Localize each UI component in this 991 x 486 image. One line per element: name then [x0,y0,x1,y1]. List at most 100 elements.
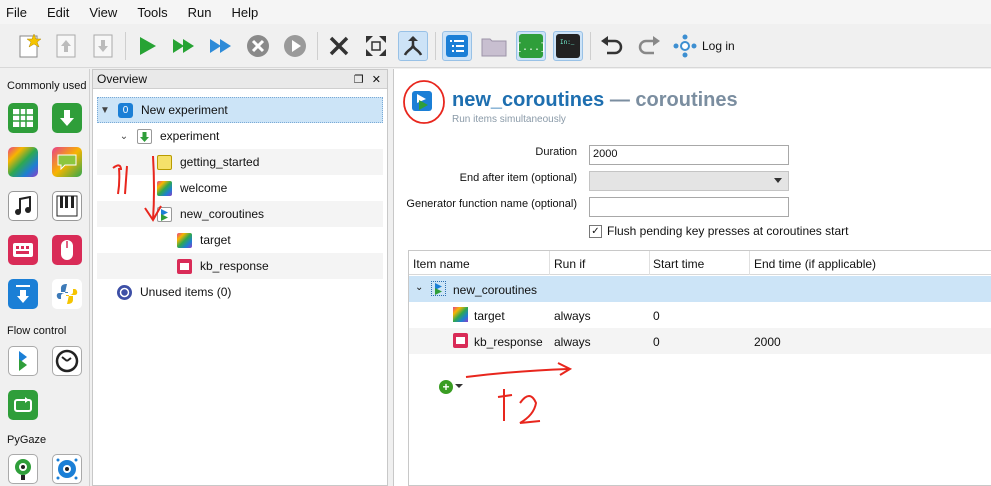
new-icon[interactable] [14,31,44,61]
coroutines-icon[interactable] [412,91,432,111]
flush-keypress-label: Flush pending key presses at coroutines … [607,224,849,238]
undo-icon[interactable] [597,31,627,61]
column-header[interactable]: End time (if applicable) [754,257,876,271]
pygaze-drift-correct-icon[interactable] [52,454,82,484]
tree-item-label: target [200,233,231,247]
sequence-icon [137,128,152,144]
loop-table-icon[interactable] [8,103,38,133]
chevron-down-icon[interactable]: ⌄ [117,131,131,142]
repeat-cycle-icon[interactable] [8,390,38,420]
table-row[interactable]: kb_response always 0 2000 [409,328,991,354]
column-divider[interactable] [749,251,750,275]
save-icon[interactable] [88,31,118,61]
pygaze-init-icon[interactable] [8,454,38,484]
table-cell-end[interactable]: 2000 [754,335,781,349]
fullscreen-icon[interactable] [361,31,391,61]
duration-field[interactable]: 2000 [589,145,789,165]
add-item-caret-icon[interactable] [455,384,463,388]
tree-item[interactable]: target [97,227,383,253]
keyboard-response-icon [453,333,468,348]
tree-item[interactable]: new_coroutines [97,201,383,227]
variables-icon[interactable]: [...] [516,30,546,61]
table-header: Item name Run if Start time End time (if… [409,251,991,275]
item-title[interactable]: new_coroutines — coroutines [452,89,738,112]
undock-icon[interactable]: ❐ [354,73,364,86]
table-cell-run-if[interactable]: always [554,335,591,349]
checkbox-checked-icon[interactable]: ✓ [589,224,602,238]
table-cell-start[interactable]: 0 [653,309,660,323]
abort-icon[interactable] [243,31,273,61]
overview-title: Overview [97,72,148,86]
mouse-response-icon[interactable] [52,235,82,265]
run-fast-icon[interactable] [169,31,199,61]
tree-item[interactable]: getting_started [97,149,383,175]
category-pygaze: PyGaze [7,434,47,446]
overview-header: Overview ❐ ✕ [93,70,387,89]
end-after-label: End after item (optional) [459,172,577,184]
file-pool-icon[interactable] [479,31,509,61]
coroutines-icon[interactable] [8,346,38,376]
advanced-delay-icon[interactable] [52,346,82,376]
open-icon[interactable] [51,31,81,61]
tree-item-label: new_coroutines [180,207,265,221]
toolbar-separator [125,31,126,60]
sequence-icon[interactable] [52,103,82,133]
tree-item[interactable]: ▼ 0 New experiment [97,97,383,123]
coroutines-table: Item name Run if Start time End time (if… [408,250,991,486]
table-row[interactable]: target always 0 [409,302,991,328]
table-cell-start[interactable]: 0 [653,335,660,349]
tree-item[interactable]: ⌄ experiment [97,123,383,149]
chevron-down-icon [774,178,782,183]
coroutines-icon [431,281,446,296]
tree-item[interactable]: Unused items (0) [97,279,383,305]
login-label: Log in [702,38,735,53]
chevron-down-icon[interactable]: ▼ [98,105,112,116]
table-cell-name[interactable]: kb_response [474,335,543,349]
overview-icon[interactable] [442,30,472,61]
table-row[interactable]: ⌄ new_coroutines [409,276,991,302]
pause-icon[interactable] [280,31,310,61]
inline-script-icon[interactable] [52,279,82,309]
generator-field[interactable] [589,197,789,217]
menu-help[interactable]: Help [232,5,259,20]
column-header[interactable]: Start time [653,257,704,271]
category-flow-control: Flow control [7,325,67,337]
menu-run[interactable]: Run [188,5,212,20]
login-button[interactable]: Log in [673,34,735,58]
close-all-icon[interactable] [324,31,354,61]
sampler-icon[interactable] [8,191,38,221]
sketchpad-icon [177,232,192,248]
menu-edit[interactable]: Edit [47,5,69,20]
menu-tools[interactable]: Tools [137,5,167,20]
column-header[interactable]: Run if [554,257,585,271]
item-description[interactable]: Run items simultaneously [452,114,566,125]
menu-view[interactable]: View [89,5,117,20]
close-icon[interactable]: ✕ [372,73,381,86]
logger-icon[interactable] [8,279,38,309]
duration-label: Duration [535,146,577,158]
chevron-down-icon[interactable]: ⌄ [415,282,423,293]
sketchpad-icon[interactable] [8,147,38,177]
keyboard-response-icon[interactable] [8,235,38,265]
run-icon[interactable] [132,31,162,61]
table-cell-run-if[interactable]: always [554,309,591,323]
column-divider[interactable] [549,251,550,275]
flush-keypress-checkbox[interactable]: ✓ Flush pending key presses at coroutine… [589,224,848,238]
synth-icon[interactable] [52,191,82,221]
table-cell-name: new_coroutines [453,283,538,297]
column-divider[interactable] [649,251,650,275]
add-item-icon[interactable]: + [439,380,453,394]
main-toolbar: [...] In:_ Log in [0,24,991,68]
end-after-select[interactable] [589,171,789,191]
merge-icon[interactable] [398,30,428,61]
menu-file[interactable]: File [6,5,27,20]
column-header[interactable]: Item name [413,257,470,271]
item-name[interactable]: new_coroutines [452,89,604,111]
tree-item[interactable]: kb_response [97,253,383,279]
table-cell-name[interactable]: target [474,309,505,323]
console-icon[interactable]: In:_ [553,30,583,61]
feedback-icon[interactable] [52,147,82,177]
tree-item[interactable]: welcome [97,175,383,201]
run-quick-icon[interactable] [206,31,236,61]
redo-icon[interactable] [634,31,664,61]
